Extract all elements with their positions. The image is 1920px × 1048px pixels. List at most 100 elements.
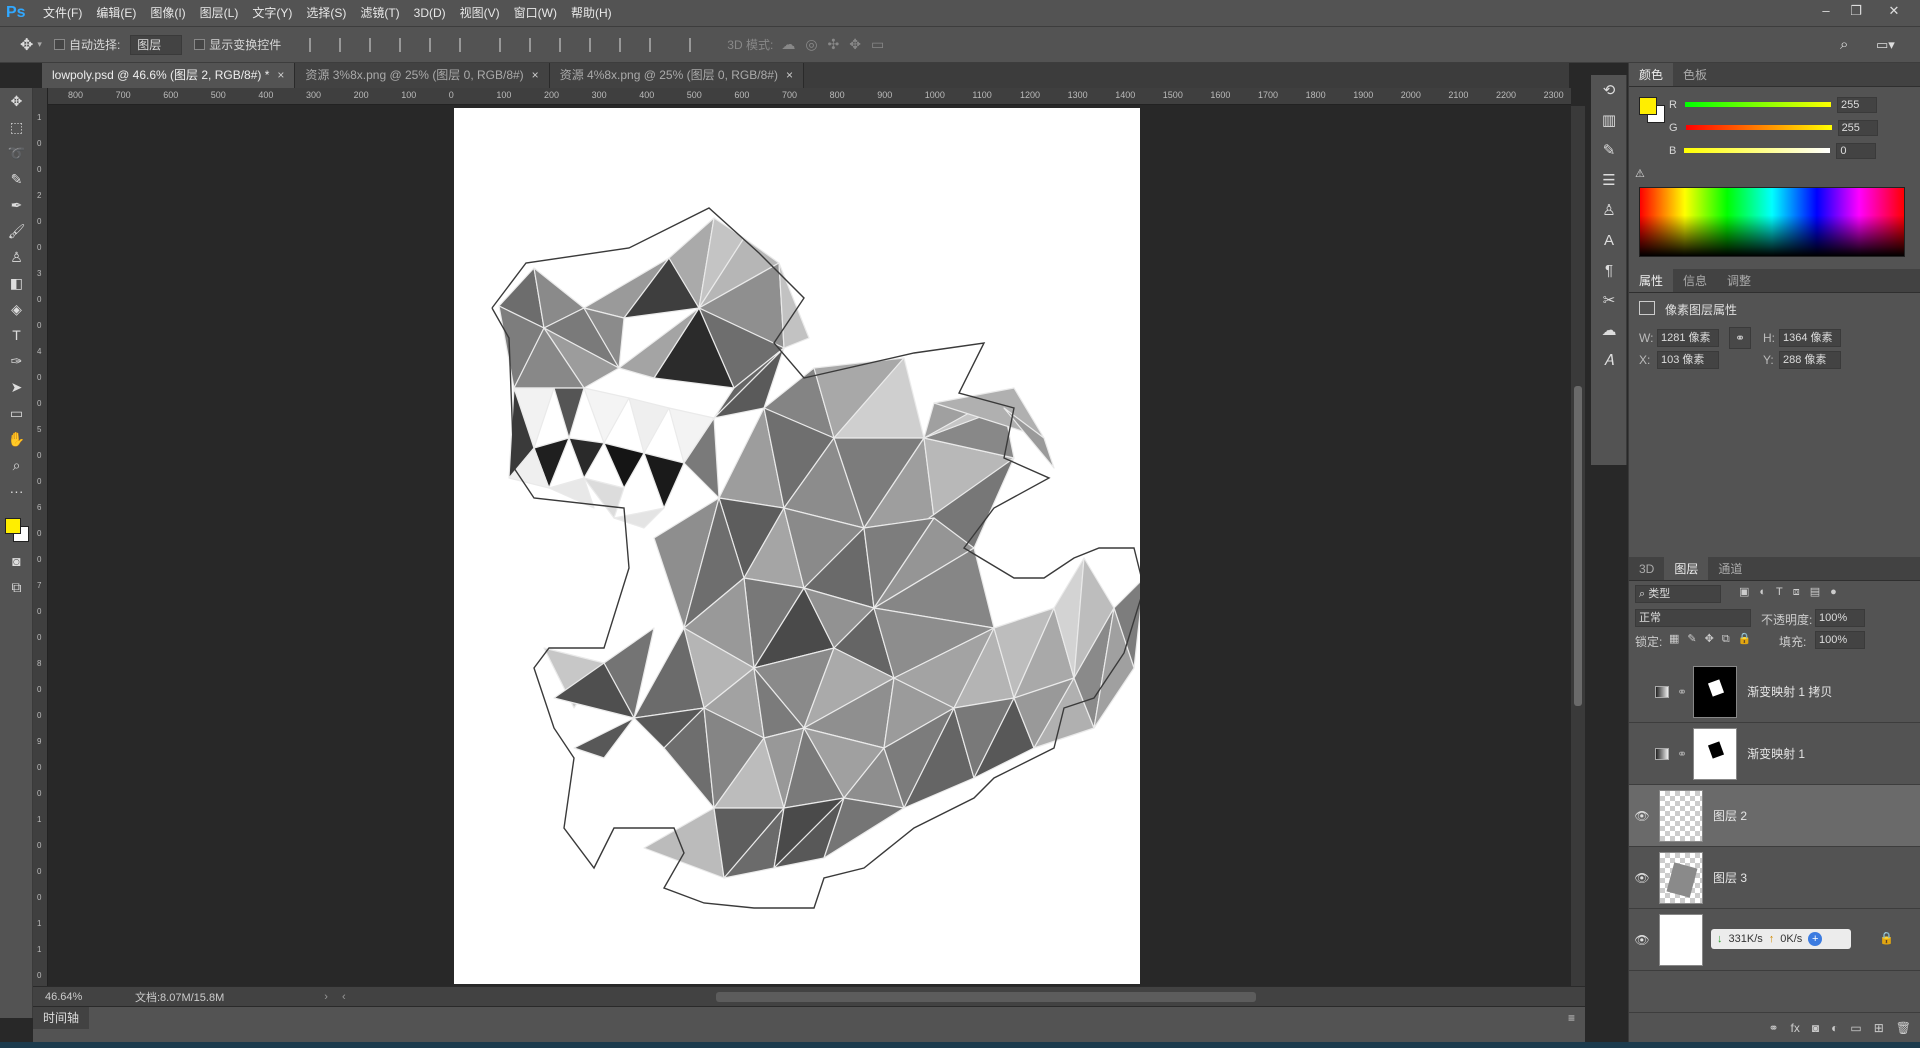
new-layer-icon[interactable]: ⊞ [1874,1021,1884,1035]
align-bottom-icon[interactable] [369,37,385,52]
g-value-input[interactable]: 255 [1837,119,1878,136]
b-value-input[interactable]: 0 [1836,142,1877,159]
tab-lowpoly[interactable]: lowpoly.psd @ 46.6% (图层 2, RGB/8#) * × [42,63,296,88]
rectangle-tool-icon[interactable]: ▭ [0,400,33,426]
status-menu-icon[interactable]: › [324,991,328,1003]
distribute-hcenter-icon[interactable] [619,37,635,52]
more-tools-icon[interactable]: ··· [0,478,33,504]
lock-icons[interactable]: ▦✎✥⧉🔒 [1669,632,1759,646]
canvas-area[interactable] [48,106,1571,986]
move-tool-icon[interactable]: ✥ [0,88,33,114]
menu-layer[interactable]: 图层(L) [193,0,246,26]
paragraph-icon[interactable]: ¶ [1591,255,1627,285]
layer-row[interactable]: ⚭ 渐变映射 1 [1629,723,1920,785]
brush-tool-icon[interactable]: 🖌 [0,218,33,244]
brush-presets-icon[interactable]: ▥ [1591,105,1627,135]
chain-link-icon[interactable]: ⚭ [1677,685,1687,699]
fx-icon[interactable]: fx [1791,1021,1800,1035]
menu-view[interactable]: 视图(V) [453,0,507,26]
minimize-button[interactable]: – [1812,0,1840,26]
layer-row[interactable]: ⚭ 渐变映射 1 拷贝 [1629,661,1920,723]
trash-icon[interactable]: 🗑 [1896,1021,1911,1035]
layer-row[interactable]: 👁 ↓ 331K/s ↑ 0K/s + 🔒 [1629,909,1920,971]
quick-mask-icon[interactable]: ◙ [0,548,33,574]
distribute-vcenter-icon[interactable] [529,37,545,52]
align-left-icon[interactable] [399,37,415,52]
chevron-down-icon[interactable]: ▾ [37,39,42,50]
tab-resource-4[interactable]: 资源 4%8x.png @ 25% (图层 0, RGB/8#) × [549,63,804,88]
menu-select[interactable]: 选择(S) [299,0,353,26]
type-tool-icon[interactable]: T [0,322,33,348]
tab-channels[interactable]: 通道 [1708,557,1752,580]
blend-mode-dropdown[interactable]: 正常 [1635,609,1751,627]
tab-properties[interactable]: 属性 [1629,269,1674,292]
adjustment-layer-icon[interactable]: ◐ [1831,1021,1838,1035]
tab-adjustments[interactable]: 调整 [1717,269,1761,292]
x-input[interactable]: 103 像素 [1657,351,1719,369]
glyphs-icon[interactable]: 𝐴 [1591,345,1627,375]
clone-source-icon[interactable]: ♙ [1591,195,1627,225]
layer-row[interactable]: 👁 图层 3 [1629,847,1920,909]
lasso-tool-icon[interactable]: ➰ [0,140,33,166]
eraser-tool-icon[interactable]: ◧ [0,270,33,296]
tab-close-icon[interactable]: × [786,68,793,82]
distribute-right-icon[interactable] [649,37,665,52]
align-right-icon[interactable] [459,37,475,52]
character-icon[interactable]: A [1591,225,1627,255]
vertical-scroll-thumb[interactable] [1574,386,1582,706]
foreground-color-swatch[interactable] [5,518,21,534]
layer-row[interactable]: 👁 图层 2 [1629,785,1920,847]
panel-menu-icon[interactable]: ≡ [1568,1011,1575,1025]
menu-3d[interactable]: 3D(D) [407,0,453,26]
zoom-tool-icon[interactable]: ⌕ [0,452,33,478]
color-spectrum[interactable] [1639,187,1905,257]
tab-3d[interactable]: 3D [1629,557,1664,580]
slider-g[interactable]: G 255 [1669,116,1919,139]
distribute-top-icon[interactable] [499,37,515,52]
paint-bucket-tool-icon[interactable]: ◈ [0,296,33,322]
slider-r[interactable]: R 255 [1669,93,1919,116]
link-icon[interactable]: ⚭ [1729,327,1751,349]
add-mask-icon[interactable]: ◙ [1812,1021,1819,1035]
eye-icon[interactable]: 👁 [1629,809,1655,823]
stamp-tool-icon[interactable]: ♙ [0,244,33,270]
layer-filter-dropdown[interactable]: ⌕ 类型 [1635,585,1721,603]
path-select-tool-icon[interactable]: ➤ [0,374,33,400]
auto-select-dropdown[interactable]: 图层 [130,34,183,55]
restore-button[interactable]: ❐ [1842,0,1870,26]
gamut-warning-icon[interactable]: ⚠ [1635,167,1645,180]
pen-tool-icon[interactable]: ✑ [0,348,33,374]
quick-select-tool-icon[interactable]: ✎ [0,166,33,192]
close-button[interactable]: ✕ [1880,0,1908,26]
fill-input[interactable]: 100% [1815,631,1865,649]
document-canvas[interactable] [454,108,1145,984]
tab-close-icon[interactable]: × [532,68,539,82]
foreground-color-swatch[interactable] [1639,97,1657,115]
layer-mask-thumbnail[interactable] [1693,727,1738,780]
width-input[interactable]: 1281 像素 [1657,329,1719,347]
layer-mask-thumbnail[interactable] [1693,665,1738,718]
align-hcenter-icon[interactable] [429,37,445,52]
layer-thumbnail[interactable] [1659,851,1703,904]
menu-type[interactable]: 文字(Y) [245,0,299,26]
slider-b[interactable]: B0 [1669,139,1919,162]
menu-image[interactable]: 图像(I) [143,0,192,26]
hand-tool-icon[interactable]: ✋ [0,426,33,452]
menu-file[interactable]: 文件(F) [36,0,89,26]
tab-color[interactable]: 颜色 [1629,63,1674,86]
scroll-left-icon[interactable]: ‹ [342,991,346,1003]
plus-icon[interactable]: + [1808,932,1823,946]
r-value-input[interactable]: 255 [1836,96,1877,113]
tools-preset-icon[interactable]: ✂ [1591,285,1627,315]
auto-align-icon[interactable] [689,37,705,52]
tab-resource-3[interactable]: 资源 3%8x.png @ 25% (图层 0, RGB/8#) × [295,63,550,88]
timeline-tab[interactable]: 时间轴 [33,1007,90,1029]
align-top-icon[interactable] [309,37,325,52]
marquee-tool-icon[interactable]: ⬚ [0,114,33,140]
show-transform-checkbox[interactable] [194,39,206,50]
eyedropper-tool-icon[interactable]: ✒ [0,192,33,218]
3d-mode-icons[interactable]: ☁◎✣✥▭ [781,36,894,53]
zoom-level[interactable]: 46.64% [45,991,115,1003]
libraries-icon[interactable]: ☁ [1591,315,1627,345]
vertical-scrollbar[interactable] [1571,106,1585,986]
